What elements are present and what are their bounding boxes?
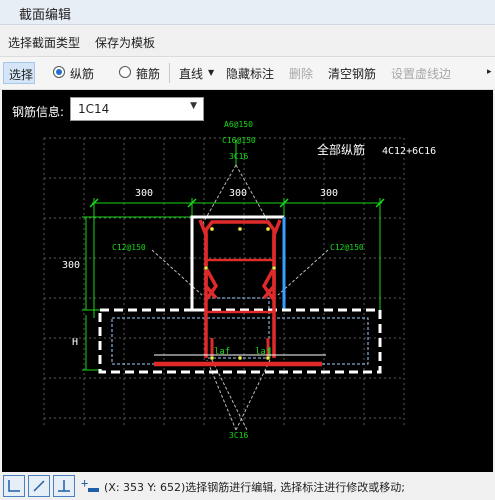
delete-button[interactable]: 删除 [289, 65, 313, 82]
corner-snap-icon[interactable] [3, 475, 25, 497]
label-left-c12-150: C12@150 [112, 243, 146, 252]
label-right-c12-150: C12@150 [330, 243, 364, 252]
section-outline [98, 215, 382, 374]
svg-text:+: + [81, 476, 88, 490]
rebar-cage [154, 219, 322, 367]
rebar-info-value: 1C14 [78, 102, 110, 116]
toolbar-overflow-arrow[interactable]: ▸ [487, 67, 492, 77]
longitudinal-radio[interactable] [53, 66, 65, 78]
stirrup-label[interactable]: 箍筋 [136, 65, 160, 82]
background-grid [43, 137, 405, 425]
menu-select-section-type[interactable]: 选择截面类型 [8, 34, 80, 51]
select-button[interactable]: 选择 [3, 62, 35, 84]
toolbar-separator [169, 63, 170, 83]
label-c16-150: C16@150 [222, 136, 256, 145]
label-bottom-3c16: 3C16 [229, 431, 248, 440]
rebar-points [203, 226, 277, 361]
dim-right-300: 300 [320, 188, 338, 199]
label-laf-left: laf [214, 347, 230, 357]
label-a6-150: A6@150 [224, 120, 253, 129]
dim-vert-300: 300 [62, 260, 80, 271]
menu-bar: 选择截面类型 保存为模板 [0, 28, 495, 52]
select-button-label: 选择 [9, 68, 34, 82]
rebar-info-select[interactable]: 1C14 ▼ [70, 97, 204, 121]
add-segment-icon[interactable]: + [79, 475, 101, 497]
label-all-longitudinal: 全部纵筋 [317, 142, 365, 157]
line-dropdown[interactable]: 直线 [179, 65, 203, 82]
title-bar: 截面编辑 [0, 0, 495, 25]
chevron-down-icon: ▼ [190, 101, 197, 111]
perpendicular-icon[interactable] [53, 475, 75, 497]
status-bar: + (X: 353 Y: 652)选择钢筋进行编辑, 选择标注进行修改或移动; [0, 473, 495, 499]
diagonal-line-icon[interactable] [28, 475, 50, 497]
menu-save-template[interactable]: 保存为模板 [95, 34, 155, 51]
dimension-lines [82, 140, 382, 371]
label-top-3c16: 3C16 [229, 152, 248, 161]
clear-rebar-button[interactable]: 清空钢筋 [328, 65, 376, 82]
section-drawing: A6@150 C16@150 3C16 全部纵筋 4C12+6C16 300 3… [43, 120, 436, 440]
toolbar: 选择 纵筋 箍筋 直线 ▼ 隐藏标注 删除 清空钢筋 设置虚线边 ▸ [0, 56, 495, 90]
window-title: 截面编辑 [19, 8, 72, 23]
label-h: H [72, 337, 78, 348]
rebar-info-label: 钢筋信息: [12, 105, 65, 119]
label-laf-right: laf [255, 347, 271, 357]
chevron-down-icon[interactable]: ▼ [208, 68, 214, 77]
set-dashed-edge-button[interactable]: 设置虚线边 [391, 65, 451, 82]
drawing-canvas[interactable]: 钢筋信息: 1C14 ▼ A6@150 C16@150 3C16 全部纵筋 4C… [2, 90, 493, 472]
stirrup-radio[interactable] [119, 66, 131, 78]
status-text: (X: 353 Y: 652)选择钢筋进行编辑, 选择标注进行修改或移动; [104, 481, 405, 494]
hide-label-button[interactable]: 隐藏标注 [226, 65, 274, 82]
dim-left-300: 300 [135, 188, 153, 199]
longitudinal-label[interactable]: 纵筋 [70, 65, 94, 82]
dim-mid-300: 300 [229, 188, 247, 199]
label-all-longitudinal-value: 4C12+6C16 [382, 146, 436, 157]
